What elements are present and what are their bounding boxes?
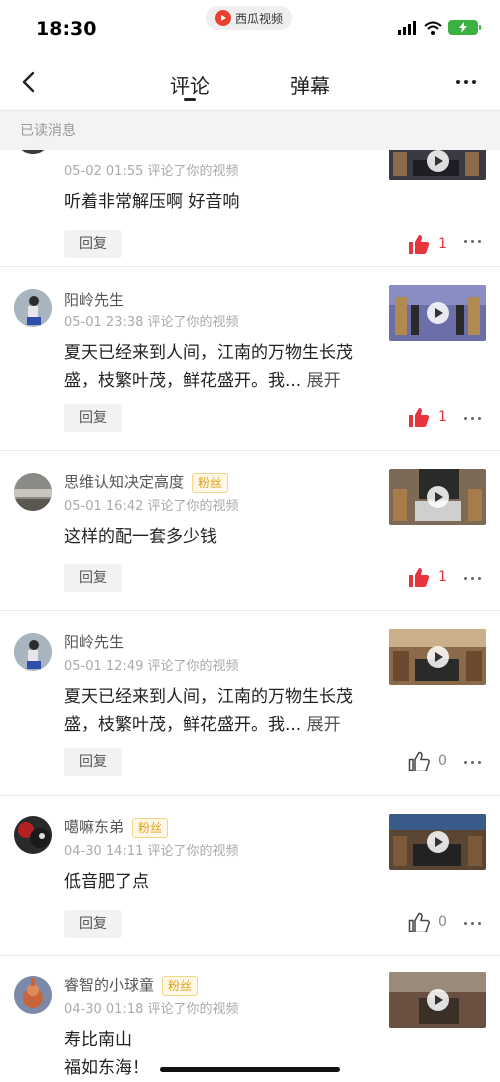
more-dot: [456, 80, 460, 84]
comment-more-button[interactable]: [464, 417, 481, 420]
battery-icon: [448, 20, 481, 35]
play-icon: [427, 831, 449, 853]
username-text: 睿智的小球童: [64, 976, 155, 994]
play-icon: [427, 486, 449, 508]
status-bar: 18:30 西瓜视频: [0, 0, 500, 52]
thumbs-up-filled-icon: [409, 408, 430, 427]
comment-item: 睿智的小球童 粉丝 04-30 01:18 评论了你的视频 寿比南山 福如东海！: [0, 956, 500, 1082]
like-count: 1: [438, 409, 447, 425]
thumbs-up-filled-icon: [409, 235, 430, 254]
video-thumbnail[interactable]: [389, 469, 486, 525]
expand-link[interactable]: 展开: [307, 715, 341, 735]
video-thumbnail[interactable]: [389, 285, 486, 341]
like-count: 0: [438, 753, 447, 769]
like-button[interactable]: 1: [408, 234, 447, 254]
comment-meta: 05-01 12:49 评论了你的视频: [64, 659, 239, 674]
comment-text-line: 寿比南山: [64, 1030, 132, 1050]
comment-list[interactable]: 05-02 01:55 评论了你的视频 听着非常解压啊 好音响 回复 1 阳岭先…: [0, 150, 500, 1082]
comment-text: 这样的配一套多少钱: [64, 527, 217, 547]
expand-link[interactable]: 展开: [307, 371, 341, 391]
like-button[interactable]: 1: [408, 407, 447, 427]
chevron-left-icon: [22, 71, 35, 93]
read-messages-header: 已读消息: [0, 110, 500, 150]
comment-text: 夏天已经来到人间，江南的万物生长茂盛，枝繁叶茂，鲜花盛开。我... 展开: [64, 339, 374, 395]
like-count: 1: [438, 236, 447, 252]
more-options-button[interactable]: [456, 80, 476, 84]
username-text: 思维认知决定高度: [64, 473, 185, 491]
like-count: 0: [438, 914, 447, 930]
thumbs-up-outline-icon: [408, 751, 430, 771]
like-button[interactable]: 0: [408, 751, 447, 771]
reply-button[interactable]: 回复: [64, 564, 122, 592]
avatar[interactable]: [14, 816, 52, 854]
comment-item: 噶嘛东弟 粉丝 04-30 14:11 评论了你的视频 低音肥了点 回复 0: [0, 796, 500, 956]
comment-text: 夏天已经来到人间，江南的万物生长茂盛，枝繁叶茂，鲜花盛开。我... 展开: [64, 683, 374, 739]
play-icon: [427, 646, 449, 668]
play-icon: [427, 989, 449, 1011]
comment-item: 阳岭先生 05-01 23:38 评论了你的视频 夏天已经来到人间，江南的万物生…: [0, 267, 500, 451]
video-thumbnail[interactable]: [389, 629, 486, 685]
reply-button[interactable]: 回复: [64, 748, 122, 776]
comment-text: 低音肥了点: [64, 872, 149, 892]
xigua-logo-icon: [214, 10, 231, 26]
username[interactable]: 阳岭先生: [64, 289, 124, 310]
comment-item: 阳岭先生 05-01 12:49 评论了你的视频 夏天已经来到人间，江南的万物生…: [0, 611, 500, 796]
status-icons: [398, 20, 481, 35]
play-icon: [427, 302, 449, 324]
comment-item: 05-02 01:55 评论了你的视频 听着非常解压啊 好音响 回复 1: [0, 150, 500, 267]
more-dot: [464, 80, 468, 84]
app-indicator-pill[interactable]: 西瓜视频: [206, 6, 292, 30]
tab-danmaku[interactable]: 弹幕: [290, 70, 330, 99]
avatar[interactable]: [14, 976, 52, 1014]
avatar[interactable]: [14, 150, 52, 154]
username-text: 噶嘛东弟: [64, 818, 125, 836]
video-thumbnail[interactable]: [389, 150, 486, 180]
comment-text: 寿比南山 福如东海！: [64, 1026, 374, 1082]
like-button[interactable]: 0: [408, 912, 447, 932]
home-indicator[interactable]: [160, 1067, 340, 1072]
more-dot: [472, 80, 476, 84]
signal-icon: [398, 20, 416, 35]
comment-more-button[interactable]: [464, 577, 481, 580]
username[interactable]: 噶嘛东弟 粉丝: [64, 816, 169, 838]
comment-item: 思维认知决定高度 粉丝 05-01 16:42 评论了你的视频 这样的配一套多少钱…: [0, 451, 500, 611]
comment-meta: 05-02 01:55 评论了你的视频: [64, 164, 239, 179]
avatar[interactable]: [14, 473, 52, 511]
fan-badge: 粉丝: [162, 975, 199, 996]
like-button[interactable]: 1: [408, 567, 447, 587]
video-thumbnail[interactable]: [389, 972, 486, 1028]
comment-meta: 04-30 14:11 评论了你的视频: [64, 844, 239, 859]
comment-more-button[interactable]: [464, 761, 481, 764]
thumbs-up-filled-icon: [409, 568, 430, 587]
fan-badge: 粉丝: [192, 472, 229, 493]
app-name: 西瓜视频: [234, 11, 283, 26]
play-icon: [427, 150, 449, 172]
video-thumbnail[interactable]: [389, 814, 486, 870]
nav-bar: 评论 弹幕: [0, 52, 500, 110]
status-time: 18:30: [36, 18, 97, 40]
back-button[interactable]: [18, 70, 42, 94]
avatar[interactable]: [14, 633, 52, 671]
fan-badge: 粉丝: [132, 817, 169, 838]
comment-meta: 04-30 01:18 评论了你的视频: [64, 1002, 239, 1017]
comment-meta: 05-01 23:38 评论了你的视频: [64, 315, 239, 330]
comment-more-button[interactable]: [464, 922, 481, 925]
active-tab-indicator: [184, 98, 196, 101]
avatar[interactable]: [14, 289, 52, 327]
tab-comments[interactable]: 评论: [170, 70, 210, 99]
username[interactable]: 阳岭先生: [64, 631, 124, 652]
reply-button[interactable]: 回复: [64, 404, 122, 432]
thumbs-up-outline-icon: [408, 912, 430, 932]
reply-button[interactable]: 回复: [64, 230, 122, 258]
like-count: 1: [438, 569, 447, 585]
comment-more-button[interactable]: [464, 240, 481, 243]
comment-text: 听着非常解压啊 好音响: [64, 192, 240, 212]
username[interactable]: 睿智的小球童 粉丝: [64, 974, 199, 996]
username[interactable]: 思维认知决定高度 粉丝: [64, 471, 229, 493]
wifi-icon: [424, 21, 442, 35]
comment-meta: 05-01 16:42 评论了你的视频: [64, 499, 239, 514]
reply-button[interactable]: 回复: [64, 910, 122, 938]
